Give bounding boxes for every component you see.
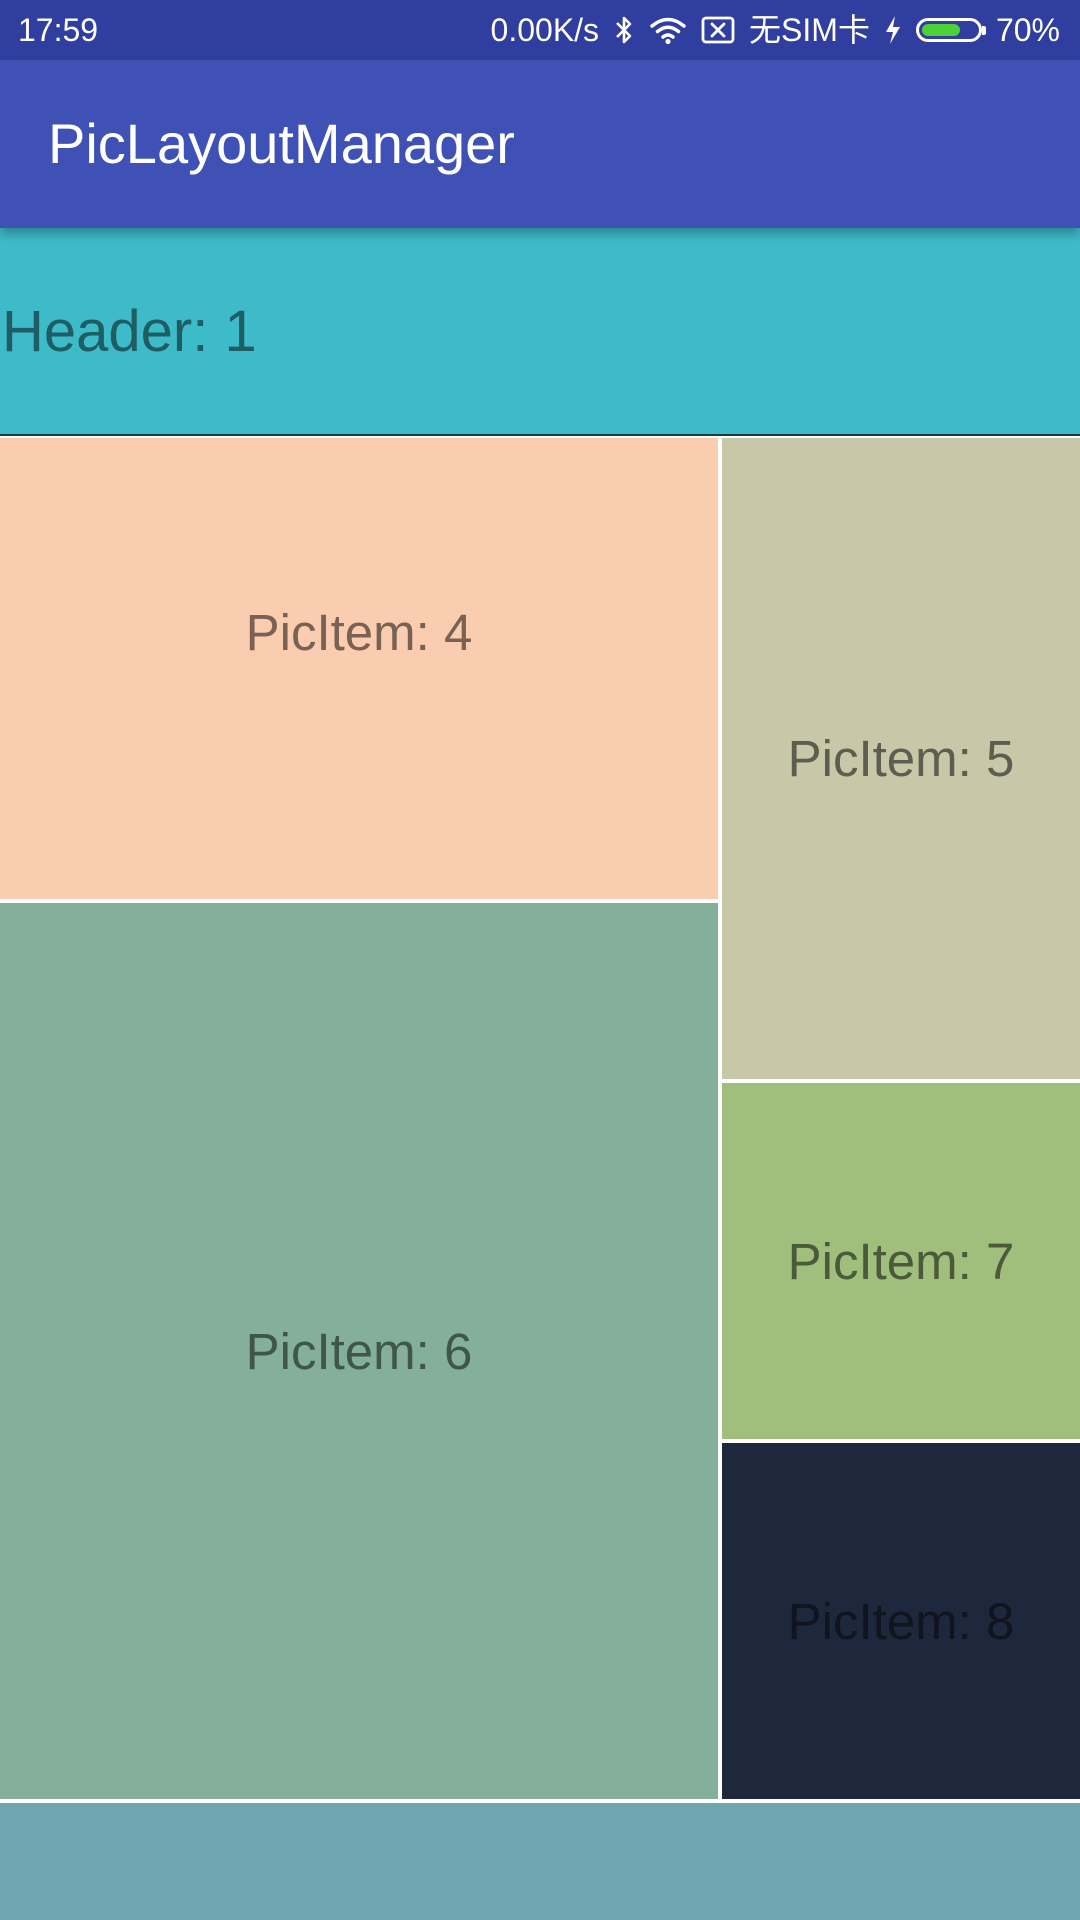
- network-speed: 0.00K/s: [490, 12, 600, 48]
- pic-item-label: PicItem: 4: [245, 604, 473, 661]
- partial-bottom-tile[interactable]: [0, 1803, 1080, 1920]
- pic-item-7[interactable]: PicItem: 7: [722, 1083, 1080, 1439]
- bluetooth-icon: [613, 0, 635, 60]
- app-title: PicLayoutManager: [48, 112, 515, 175]
- status-time: 17:59: [18, 12, 99, 48]
- app-bar: PicLayoutManager: [0, 60, 1080, 228]
- pic-item-6[interactable]: PicItem: 6: [0, 903, 718, 1799]
- sim-status: 无SIM卡: [749, 12, 870, 48]
- header-label: Header: 1: [2, 299, 257, 364]
- pic-item-label: PicItem: 8: [787, 1592, 1015, 1650]
- wifi-icon: [649, 0, 687, 60]
- no-sim-icon: [701, 0, 735, 60]
- pic-item-8[interactable]: PicItem: 8: [722, 1443, 1080, 1799]
- pic-item-label: PicItem: 6: [245, 1322, 473, 1380]
- battery-icon: [915, 0, 986, 60]
- pic-item-label: PicItem: 5: [787, 730, 1015, 787]
- screen: 17:59 0.00K/s 无SIM卡 70% PicLayoutManager…: [0, 0, 1080, 1920]
- status-bar: 17:59 0.00K/s 无SIM卡 70%: [0, 0, 1080, 60]
- pic-item-label: PicItem: 7: [787, 1232, 1015, 1290]
- pic-item-5[interactable]: PicItem: 5: [722, 438, 1080, 1079]
- battery-percent: 70%: [995, 12, 1060, 48]
- charging-icon: [884, 0, 902, 60]
- header-tile[interactable]: Header: 1: [0, 228, 1080, 436]
- status-icons: 0.00K/s 无SIM卡 70%: [491, 0, 1060, 60]
- pic-item-4[interactable]: PicItem: 4: [0, 438, 718, 899]
